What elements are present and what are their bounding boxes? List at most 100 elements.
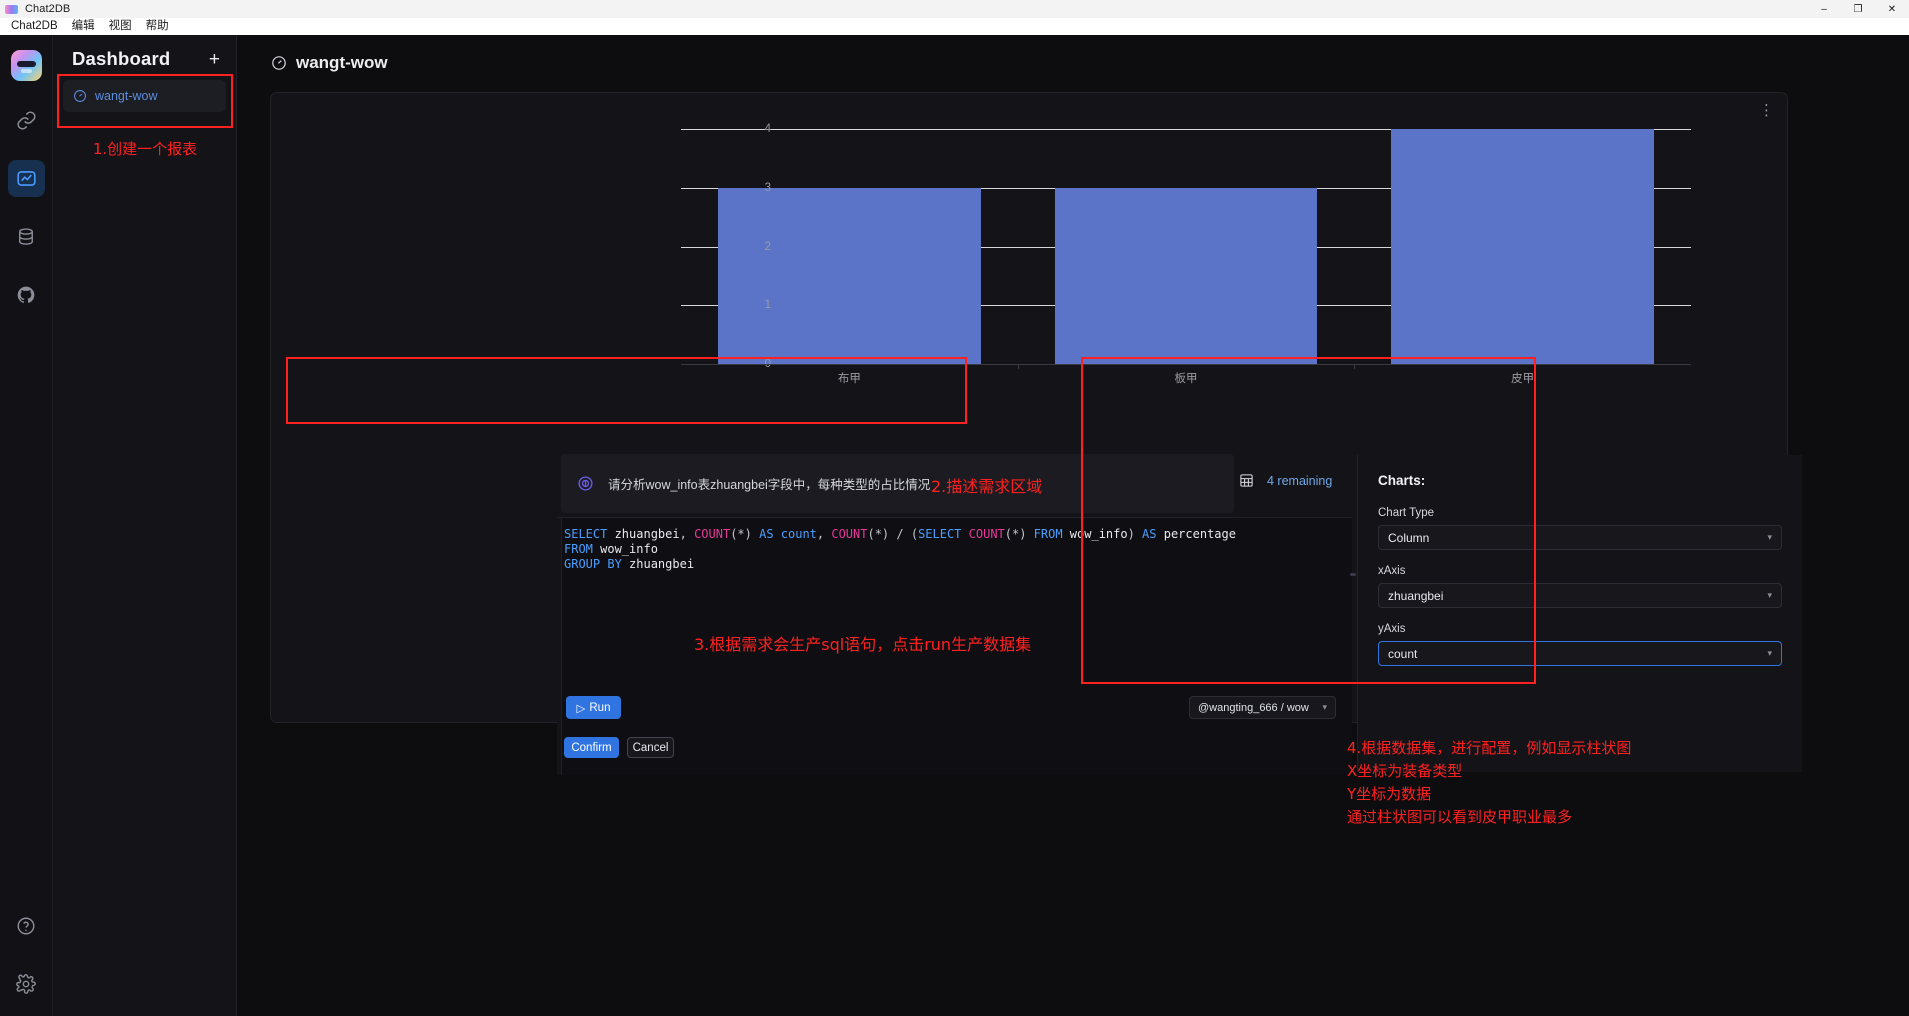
sql-token: GROUP BY (564, 557, 630, 571)
chart-bar-slot (1018, 129, 1355, 364)
charts-panel-heading: Charts: (1378, 473, 1426, 488)
xaxis-select[interactable]: zhuangbei ▾ (1378, 583, 1782, 608)
connections-icon[interactable] (8, 102, 45, 139)
annotation-describe-requirement: 2.描述需求区域 (931, 477, 1043, 496)
database-icon[interactable] (8, 218, 45, 255)
sql-token: wow_info (1069, 527, 1128, 541)
dashboard-icon[interactable] (7, 160, 45, 197)
chevron-down-icon: ▾ (1767, 590, 1772, 600)
yaxis-label: yAxis (1378, 623, 1406, 635)
chart-bar[interactable] (1391, 129, 1654, 364)
annotation-create-report: 1.创建一个报表 (92, 140, 198, 158)
editor-gutter (557, 518, 562, 775)
settings-icon[interactable] (8, 965, 45, 1002)
menu-bar: Chat2DB 编辑 视图 帮助 (0, 18, 1909, 35)
play-icon: ▷ (576, 702, 586, 715)
chart-type-select[interactable]: Column ▾ (1378, 525, 1782, 550)
sql-token: COUNT (831, 527, 868, 541)
chevron-down-icon: ▾ (1767, 648, 1772, 658)
github-icon[interactable] (8, 276, 45, 313)
chart-bars (681, 129, 1691, 364)
minimize-button[interactable]: – (1807, 0, 1841, 18)
yaxis-select[interactable]: count ▾ (1378, 641, 1782, 666)
sql-token: SELECT (918, 527, 969, 541)
sql-token: ) (1127, 527, 1143, 541)
chart-x-tick-label: 皮甲 (1511, 373, 1535, 385)
dashboard-dial-icon (73, 89, 87, 103)
run-button[interactable]: ▷ Run (566, 696, 621, 719)
sql-token: (*) / ( (867, 527, 919, 541)
sql-token: zhuangbei (614, 527, 680, 541)
cancel-button[interactable]: Cancel (627, 737, 674, 758)
sql-token: wow_info (600, 542, 658, 556)
chart-type-value: Column (1388, 530, 1430, 545)
chart-y-tick-label: 2 (764, 240, 771, 253)
bar-chart (681, 129, 1691, 364)
sql-token: AS (759, 527, 781, 541)
chart-y-tick-label: 4 (764, 123, 771, 135)
chart-bar-slot (1354, 129, 1691, 364)
annotation-line: X坐标为装备类型 (1347, 762, 1463, 780)
sql-token: FROM (1033, 527, 1070, 541)
menu-chat2db[interactable]: Chat2DB (4, 18, 65, 35)
prompt-input-row[interactable]: 请分析wow_info表zhuangbei字段中，每种类型的占比情况 (561, 454, 1234, 513)
remaining-indicator: 4 remaining (1239, 473, 1332, 488)
chat2db-logo-icon (5, 4, 18, 14)
dashboard-dial-icon (271, 55, 287, 71)
sql-token: COUNT (968, 527, 1005, 541)
chart-x-axis-labels: 布甲 板甲 皮甲 (681, 370, 1691, 386)
connection-value: @wangting_666 / wow (1198, 701, 1309, 714)
annotation-line: 4.根据数据集，进行配置，例如显示柱状图 (1347, 739, 1632, 757)
annotation-chart-config: 4.根据数据集，进行配置，例如显示柱状图 X坐标为装备类型 Y坐标为数据 通过柱状图可… (1347, 737, 1631, 829)
chart-x-tick-mark (1354, 364, 1356, 369)
menu-help[interactable]: 帮助 (139, 18, 176, 35)
xaxis-label: xAxis (1378, 565, 1406, 577)
sql-line: SELECT zhuangbei, COUNT(*) AS count, COU… (564, 527, 1346, 542)
maximize-button[interactable]: ❐ (1841, 0, 1875, 18)
sql-token: , (679, 527, 695, 541)
charts-config-panel: Charts: Chart Type Column ▾ xAxis zhuang… (1357, 455, 1802, 772)
chart-type-label: Chart Type (1378, 507, 1435, 519)
help-icon[interactable] (8, 907, 45, 944)
sql-token: AS (1142, 527, 1164, 541)
page-title: wangt-wow (296, 53, 388, 72)
sql-token: (*) (730, 527, 760, 541)
sql-token: (*) (1004, 527, 1034, 541)
sidebar-item-wangt-wow[interactable]: wangt-wow (63, 80, 226, 112)
xaxis-value: zhuangbei (1388, 588, 1444, 603)
annotation-line: 通过柱状图可以看到皮甲职业最多 (1347, 808, 1573, 826)
menu-edit[interactable]: 编辑 (65, 18, 102, 35)
sidebar-item-label: wangt-wow (95, 89, 158, 103)
app-logo-icon (10, 50, 42, 81)
sql-token: count (780, 527, 817, 541)
sql-token: zhuangbei (629, 557, 695, 571)
dashboard-sidebar: Dashboard + wangt-wow (53, 35, 237, 1016)
chart-x-tick-label: 布甲 (837, 373, 861, 385)
ai-sparkle-icon (577, 475, 594, 492)
window-title: Chat2DB (25, 3, 71, 15)
sidebar-list: wangt-wow (53, 80, 236, 112)
prompt-text: 请分析wow_info表zhuangbei字段中，每种类型的占比情况 (608, 478, 931, 492)
chevron-down-icon: ▾ (1322, 702, 1327, 712)
sql-line: GROUP BY zhuangbei (564, 557, 1346, 572)
chart-bar[interactable] (718, 187, 981, 364)
close-button[interactable]: ✕ (1875, 0, 1909, 18)
sql-token: FROM (564, 542, 601, 556)
sql-token: COUNT (694, 527, 731, 541)
dashboard-card: ⋮ 01234 布甲板甲皮甲 (270, 92, 1802, 775)
main-content: wangt-wow ⋮ 01234 布甲板甲皮甲 (237, 35, 1909, 1016)
app-window: Chat2DB – ❐ ✕ Chat2DB 编辑 视图 帮助 Dashboard… (0, 0, 1909, 1016)
panel-splitter-handle[interactable] (1350, 573, 1356, 576)
chart-y-tick-label: 1 (764, 299, 771, 312)
window-controls: – ❐ ✕ (1807, 0, 1909, 18)
confirm-button[interactable]: Confirm (564, 737, 619, 758)
add-dashboard-button[interactable]: + (209, 50, 220, 69)
connection-select[interactable]: @wangting_666 / wow ▾ (1189, 696, 1336, 719)
menu-view[interactable]: 视图 (102, 18, 139, 35)
yaxis-value: count (1388, 646, 1418, 661)
annotation-generate-sql: 3.根据需求会生产sql语句，点击run生产数据集 (694, 635, 1032, 654)
chart-bar[interactable] (1054, 187, 1318, 364)
chart-x-tick-label: 板甲 (1174, 373, 1198, 385)
sql-token: percentage (1163, 527, 1236, 541)
chart-x-axis-line (681, 364, 1691, 365)
